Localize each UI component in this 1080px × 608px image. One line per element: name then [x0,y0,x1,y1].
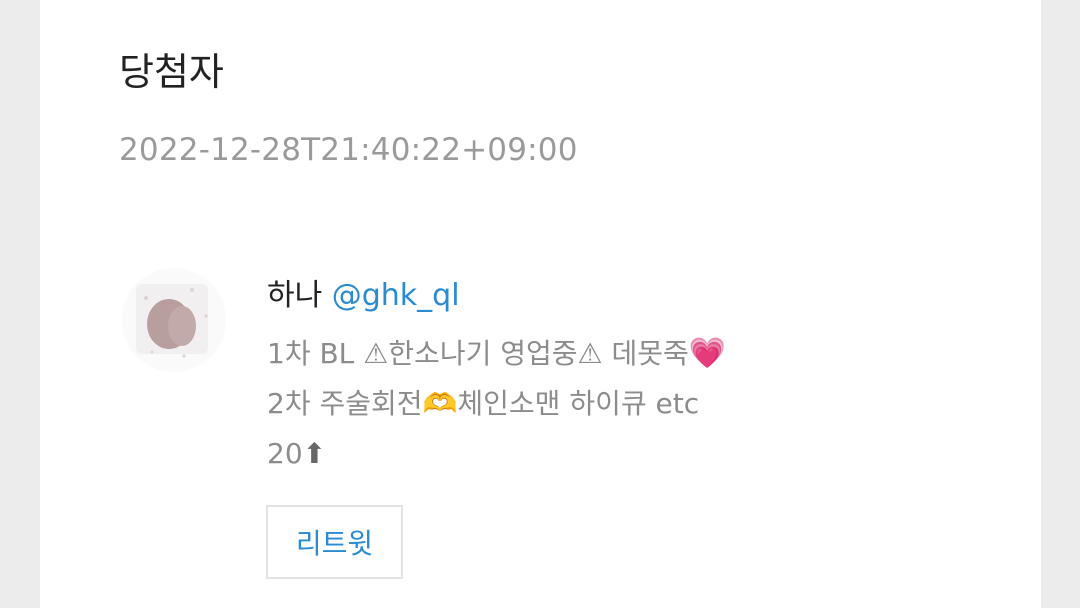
warning-icon: ⚠ [577,337,603,370]
avatar[interactable] [122,268,226,372]
card-title: 당첨자 [119,50,224,94]
bio-line-2-text: 2차 주술회전 [267,387,423,420]
up-arrow-icon: ⬆ [302,437,327,470]
bio-line-1-mid: 한소나기 영업중 [388,337,578,370]
winner-entry: 하나 @ghk_ql 1차 BL ⚠한소나기 영업중⚠ 데못죽💗 2차 주술회전… [267,271,967,479]
heart-hands-icon: 🫶 [422,387,458,420]
winner-handle-link[interactable]: @ghk_ql [332,278,460,313]
bio-line-2: 2차 주술회전🫶체인소맨 하이큐 etc [267,379,967,429]
bio-line-1-post: 데못죽 [602,337,689,370]
bio-line-1-text: 1차 BL [267,337,364,370]
timestamp: 2022-12-28T21:40:22+09:00 [119,132,578,168]
winner-card: 당첨자 2022-12-28T21:40:22+09:00 하나 @ghk_ql… [40,0,1041,608]
bio-line-3-text: 20 [267,437,303,470]
warning-icon: ⚠ [363,337,389,370]
retweet-button[interactable]: 리트윗 [266,505,403,579]
bio-line-2-post: 체인소맨 하이큐 etc [457,387,700,420]
winner-bio: 1차 BL ⚠한소나기 영업중⚠ 데못죽💗 2차 주술회전🫶체인소맨 하이큐 e… [267,329,967,479]
bio-line-3: 20⬆ [267,429,967,479]
user-line: 하나 @ghk_ql [267,271,967,321]
profile-avatar-icon [122,268,226,372]
bio-line-1: 1차 BL ⚠한소나기 영업중⚠ 데못죽💗 [267,329,967,379]
winner-name: 하나 [267,278,323,313]
heart-icon: 💗 [688,336,727,371]
